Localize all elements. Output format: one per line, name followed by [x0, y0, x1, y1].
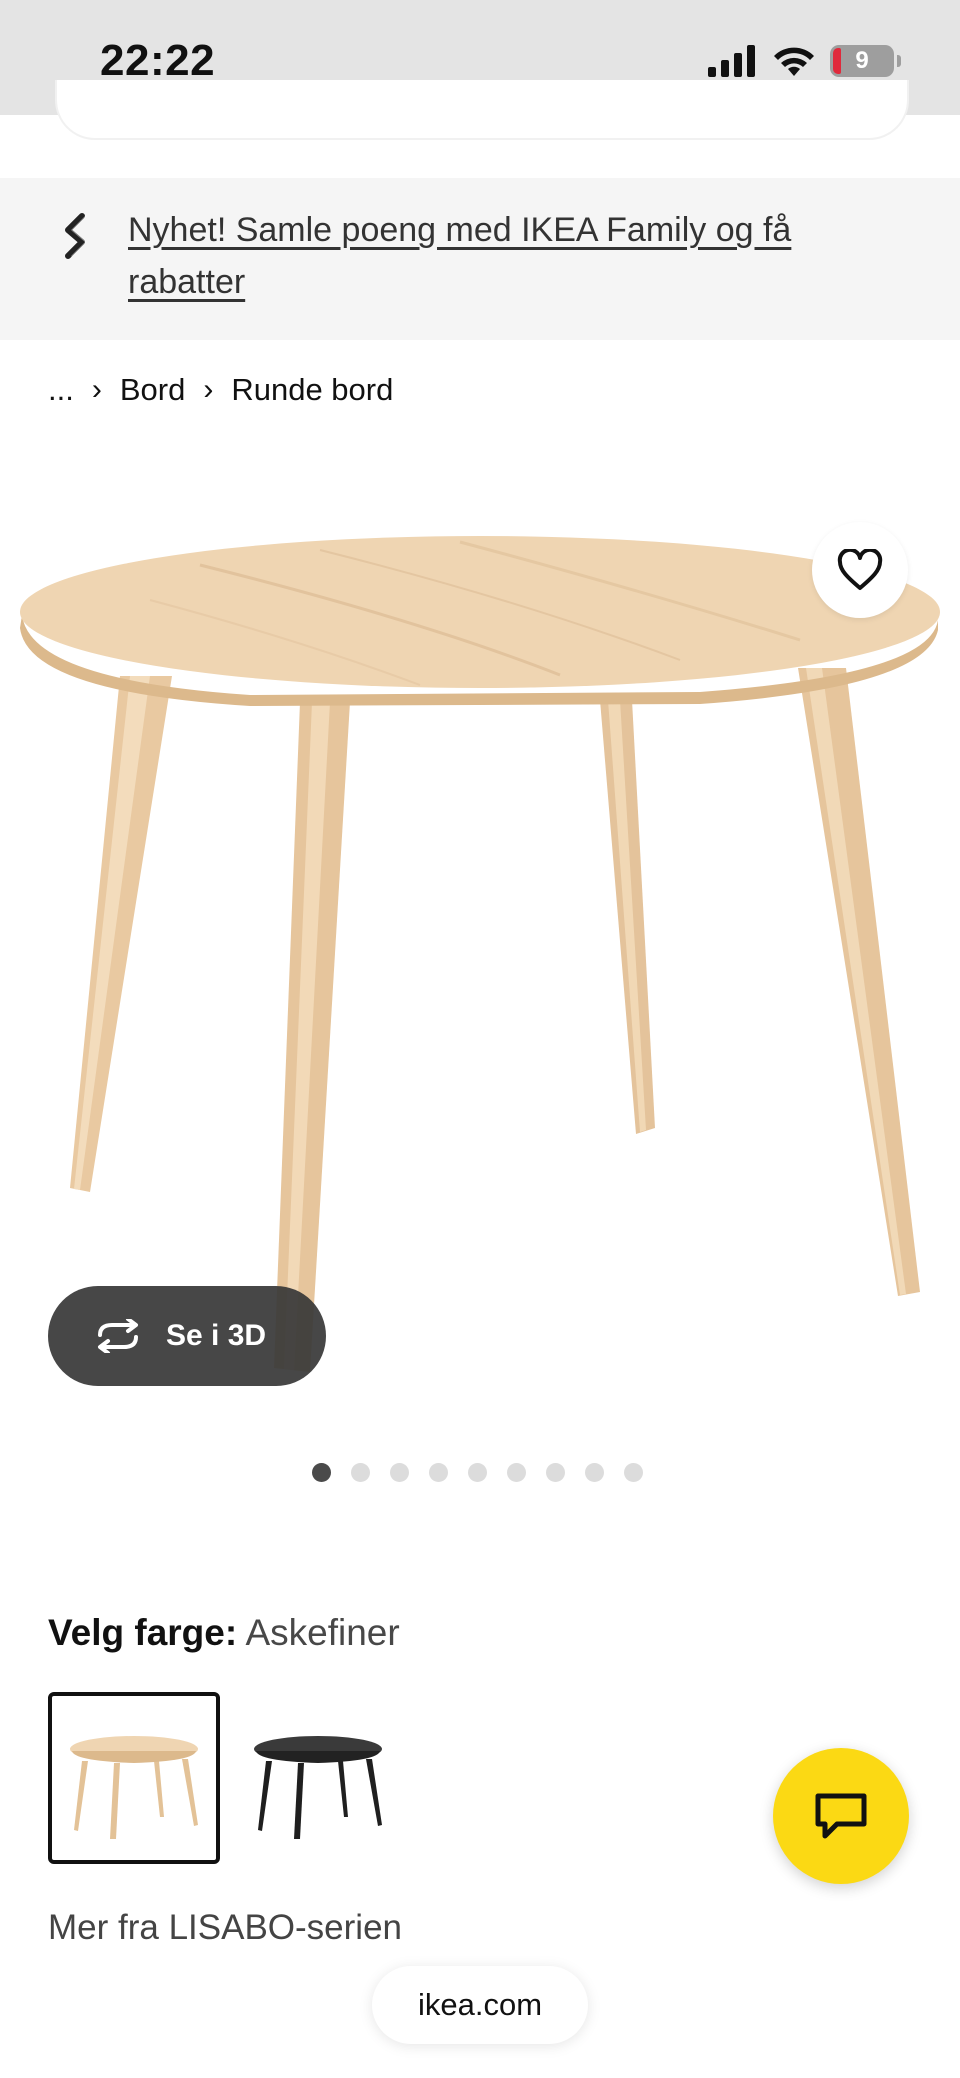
carousel-dot[interactable]: [624, 1463, 643, 1482]
chevron-right-icon: ›: [91, 373, 102, 406]
color-selector-title: Velg farge: Askefiner: [48, 1612, 400, 1654]
color-value: Askefiner: [245, 1612, 400, 1653]
carousel-dot[interactable]: [390, 1463, 409, 1482]
color-option-black[interactable]: [232, 1692, 404, 1864]
carousel-dot[interactable]: [312, 1463, 331, 1482]
swatch-thumbnail: [254, 1736, 382, 1839]
breadcrumb-item-bord[interactable]: Bord: [120, 372, 185, 408]
clock: 22:22: [100, 36, 216, 85]
wifi-icon: [774, 47, 814, 76]
rotate-3d-icon: [98, 1319, 138, 1353]
chat-icon: [815, 1793, 867, 1839]
address-bar[interactable]: ikea.com: [372, 1966, 588, 2044]
color-label: Velg farge:: [48, 1612, 238, 1653]
carousel-dot[interactable]: [351, 1463, 370, 1482]
battery-icon: 9: [830, 45, 901, 77]
breadcrumb-item-runde-bord[interactable]: Runde bord: [231, 372, 393, 408]
carousel-dot[interactable]: [507, 1463, 526, 1482]
chat-button[interactable]: [773, 1748, 909, 1884]
link-arrow-icon: [65, 213, 87, 259]
image-carousel-dots: [312, 1463, 643, 1482]
carousel-dot[interactable]: [546, 1463, 565, 1482]
heart-icon: [837, 549, 883, 590]
carousel-dot[interactable]: [468, 1463, 487, 1482]
url-text: ikea.com: [417, 1987, 543, 2022]
carousel-dot[interactable]: [585, 1463, 604, 1482]
breadcrumb: ... › Bord › Runde bord: [48, 372, 393, 408]
signal-icon: [708, 45, 755, 77]
color-option-askefiner[interactable]: [48, 1692, 220, 1864]
chevron-right-icon: ›: [203, 373, 214, 406]
breadcrumb-ellipsis[interactable]: ...: [48, 372, 74, 408]
swatch-thumbnail: [70, 1736, 198, 1839]
battery-level: 9: [855, 47, 869, 74]
promo-link[interactable]: Nyhet! Samle poeng med IKEA Family og få…: [128, 204, 868, 308]
search-bar-edge[interactable]: [55, 80, 909, 140]
carousel-dot[interactable]: [429, 1463, 448, 1482]
view-3d-label: Se i 3D: [166, 1319, 267, 1352]
favorite-button[interactable]: [812, 522, 908, 618]
product-image[interactable]: [0, 450, 960, 1430]
status-icons: 9: [708, 44, 901, 78]
series-heading[interactable]: Mer fra LISABO-serien: [48, 1908, 402, 1944]
view-3d-button[interactable]: Se i 3D: [48, 1286, 326, 1386]
